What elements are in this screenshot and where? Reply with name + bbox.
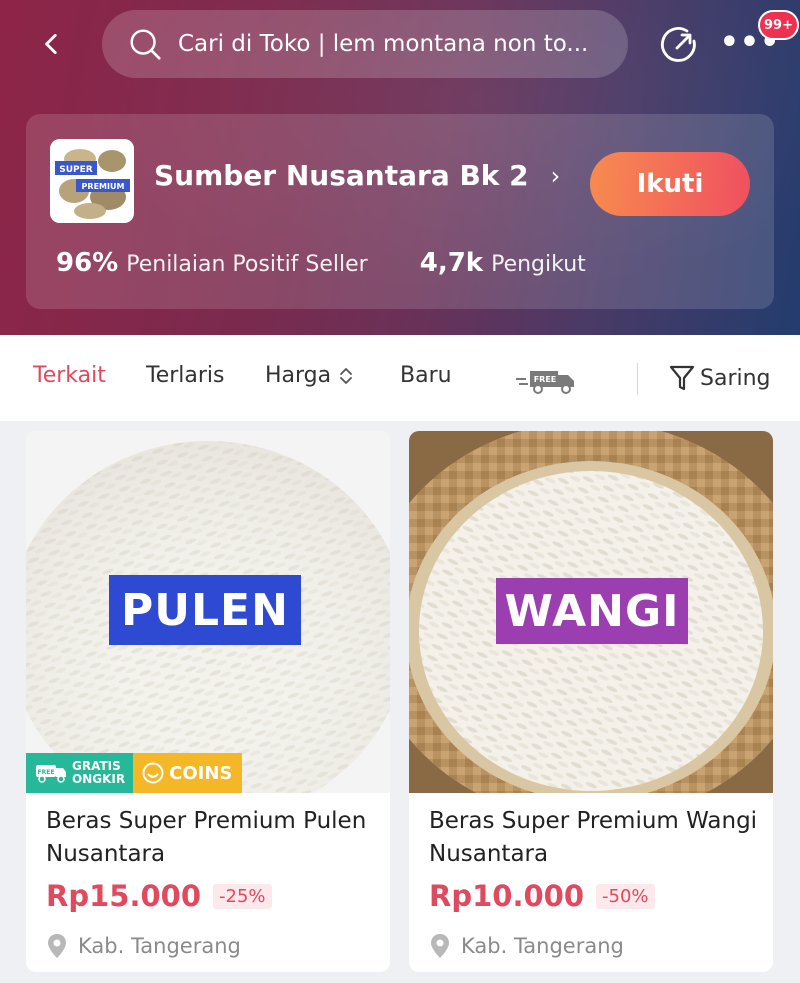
rating-label: Penilaian Positif Seller [126, 252, 368, 277]
funnel-icon [669, 365, 695, 391]
product-price: Rp10.000 [429, 879, 584, 913]
followers-label: Pengikut [491, 252, 586, 277]
location-pin-icon [48, 934, 66, 958]
product-card[interactable]: PULEN FREE GRATIS ONGKIR COINS Beras Sup… [26, 431, 390, 972]
free-shipping-line2: ONGKIR [72, 772, 126, 786]
sort-updown-icon [340, 367, 353, 384]
sort-tab-baru[interactable]: Baru [400, 363, 452, 388]
store-search-input[interactable]: Cari di Toko | lem montana non to... [102, 10, 628, 78]
free-shipping-tag: FREE GRATIS ONGKIR [26, 753, 134, 793]
product-image-label: WANGI [496, 578, 688, 644]
sort-filter-bar: Terkait Terlaris Harga Baru FREE Saring [0, 335, 800, 421]
coins-tag: COINS [133, 753, 243, 793]
share-button[interactable] [655, 20, 703, 68]
store-info-card: SUPER PREMIUM Sumber Nusantara Bk 2 › Ik… [26, 114, 774, 309]
free-icon-text: FREE [534, 375, 557, 384]
location-text: Kab. Tangerang [78, 934, 241, 958]
sort-tab-harga[interactable]: Harga [265, 363, 355, 388]
sort-tab-terkait[interactable]: Terkait [33, 363, 106, 388]
chevron-right-icon: › [550, 161, 561, 190]
logo-text-bottom: PREMIUM [82, 182, 125, 191]
store-stats: 96% Penilaian Positif Seller 4,7k Pengik… [56, 248, 586, 278]
product-image: WANGI [409, 431, 773, 793]
truck-icon-text: FREE [38, 769, 55, 776]
sort-tab-harga-label: Harga [265, 363, 332, 388]
product-image: PULEN FREE GRATIS ONGKIR COINS [26, 431, 390, 793]
product-location: Kab. Tangerang [46, 933, 241, 959]
search-icon [130, 29, 161, 60]
share-icon [661, 27, 696, 62]
notification-badge: 99+ [758, 10, 799, 40]
search-placeholder: Cari di Toko | lem montana non to... [178, 31, 589, 57]
product-card[interactable]: WANGI Beras Super Premium Wangi Nusantar… [409, 431, 773, 972]
chevron-left-icon [45, 33, 57, 55]
saring-label: Saring [700, 365, 771, 391]
saring-filter-button[interactable]: Saring [668, 363, 771, 393]
followers-value: 4,7k [419, 248, 484, 278]
coins-label: COINS [169, 762, 233, 784]
product-image-label: PULEN [109, 575, 301, 645]
store-header: Cari di Toko | lem montana non to... •••… [0, 0, 800, 335]
price-row: Rp15.000 -25% [46, 879, 272, 913]
free-shipping-filter-icon[interactable]: FREE [516, 365, 578, 395]
filter-divider [637, 363, 638, 395]
location-pin-icon [431, 934, 449, 958]
store-logo[interactable]: SUPER PREMIUM [50, 139, 134, 223]
discount-badge: -25% [213, 883, 272, 909]
sort-tab-terlaris[interactable]: Terlaris [146, 363, 225, 388]
logo-text-top: SUPER [59, 165, 93, 175]
price-row: Rp10.000 -50% [429, 879, 655, 913]
rating-value: 96% [56, 248, 119, 278]
product-price: Rp15.000 [46, 879, 201, 913]
product-title: Beras Super Premium Wangi Nusantara [429, 808, 758, 867]
location-text: Kab. Tangerang [461, 934, 624, 958]
product-location: Kab. Tangerang [429, 933, 624, 959]
discount-badge: -50% [596, 883, 655, 909]
store-name-link[interactable]: Sumber Nusantara Bk 2 › [154, 159, 560, 192]
product-tags: FREE GRATIS ONGKIR COINS [26, 753, 243, 793]
product-title: Beras Super Premium Pulen Nusantara [46, 808, 367, 867]
store-name: Sumber Nusantara Bk 2 [154, 159, 529, 192]
truck-icon: FREE [36, 765, 66, 783]
smiley-coin-icon [142, 762, 164, 784]
follow-button[interactable]: Ikuti [590, 152, 750, 216]
back-button[interactable] [30, 22, 74, 66]
